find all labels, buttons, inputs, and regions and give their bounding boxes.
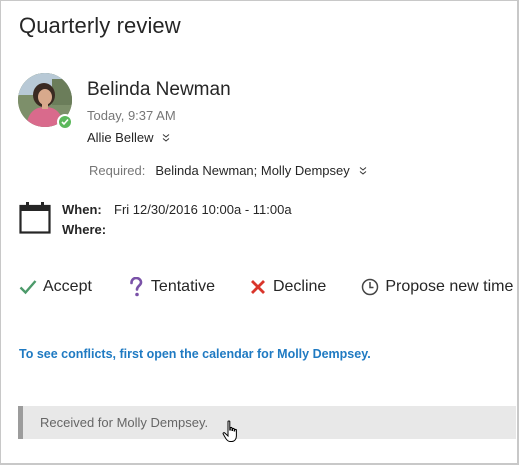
- required-attendees: Required: Belinda Newman; Molly Dempsey: [89, 163, 368, 178]
- calendar-icon: [19, 202, 51, 234]
- open-calendar-conflicts-link[interactable]: To see conflicts, first open the calenda…: [19, 347, 371, 361]
- presence-available-icon: [57, 114, 73, 130]
- when-label: When:: [62, 202, 102, 217]
- hand-pointer-cursor-icon: [222, 420, 237, 442]
- expand-chevron-icon[interactable]: [161, 133, 171, 143]
- accept-button[interactable]: Accept: [19, 277, 92, 297]
- propose-new-time-label: Propose new time: [385, 278, 514, 295]
- sent-time: Today, 9:37 AM: [87, 108, 176, 123]
- response-actions: Accept Tentative Decline Propose new tim…: [19, 277, 513, 297]
- received-for-banner: Received for Molly Dempsey.: [18, 406, 516, 439]
- required-label: Required:: [89, 163, 146, 178]
- checkmark-icon: [19, 277, 37, 297]
- sender-name[interactable]: Belinda Newman: [87, 79, 231, 101]
- tentative-label: Tentative: [150, 278, 215, 295]
- received-for-text: Received for Molly Dempsey.: [40, 415, 209, 430]
- where-label: Where:: [62, 222, 107, 237]
- to-recipient-name: Allie Bellew: [87, 130, 154, 145]
- meeting-title: Quarterly review: [19, 13, 181, 38]
- x-icon: [249, 277, 267, 297]
- accept-label: Accept: [43, 278, 92, 295]
- clock-icon: [361, 277, 379, 297]
- tentative-button[interactable]: Tentative: [127, 277, 215, 297]
- question-mark-icon: [127, 277, 145, 297]
- when-value: Fri 12/30/2016 10:00a - 11:00a: [114, 202, 292, 217]
- expand-attendees-chevron-icon[interactable]: [358, 166, 368, 176]
- decline-button[interactable]: Decline: [249, 277, 326, 297]
- required-value[interactable]: Belinda Newman; Molly Dempsey: [155, 163, 349, 178]
- decline-label: Decline: [272, 278, 327, 295]
- to-recipient[interactable]: Allie Bellew: [87, 130, 171, 145]
- propose-new-time-button[interactable]: Propose new time: [361, 277, 513, 297]
